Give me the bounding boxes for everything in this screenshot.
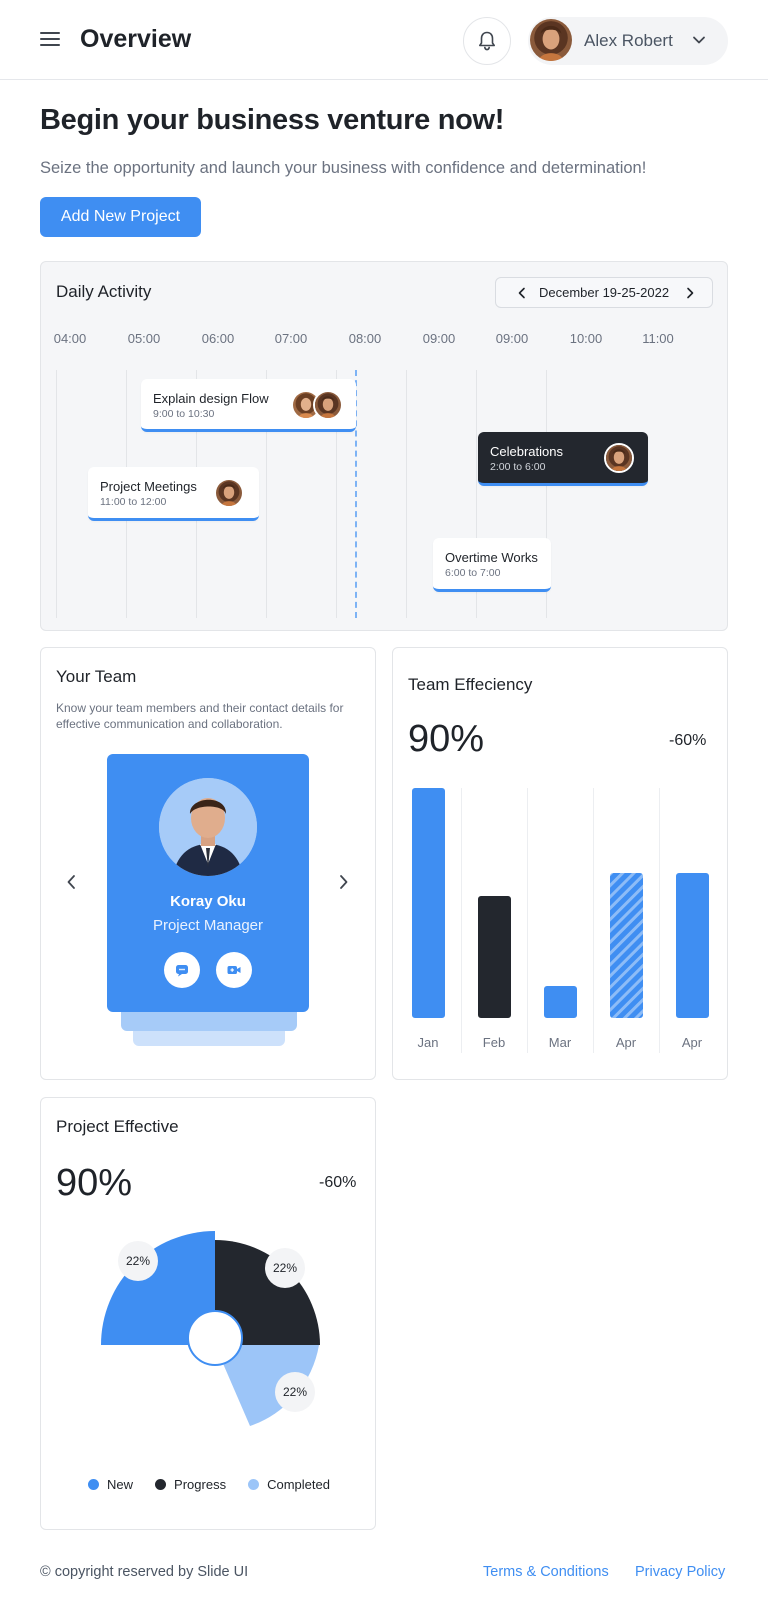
legend-item: New bbox=[88, 1477, 133, 1492]
time-label: 06:00 bbox=[201, 331, 235, 346]
event-time: 9:00 to 10:30 bbox=[153, 408, 215, 420]
notification-button[interactable] bbox=[463, 17, 511, 65]
time-label: 08:00 bbox=[348, 331, 382, 346]
your-team-card: Your Team Know your team members and the… bbox=[40, 647, 376, 1080]
chat-button[interactable] bbox=[164, 952, 200, 988]
event-time: 2:00 to 6:00 bbox=[490, 461, 546, 473]
time-label: 05:00 bbox=[127, 331, 161, 346]
member-photo bbox=[159, 778, 257, 876]
daily-activity-card: Daily Activity December 19-25-2022 04:00… bbox=[40, 261, 728, 631]
chevron-right-icon[interactable] bbox=[334, 872, 354, 892]
event-title: Explain design Flow bbox=[153, 391, 269, 406]
legend-item: Progress bbox=[155, 1477, 226, 1492]
bell-icon bbox=[479, 31, 495, 51]
member-name: Koray Oku bbox=[170, 893, 246, 910]
time-label: 10:00 bbox=[569, 331, 603, 346]
chevron-down-icon bbox=[693, 36, 705, 44]
menu-icon[interactable] bbox=[40, 30, 62, 48]
chevron-right-icon[interactable] bbox=[682, 285, 698, 301]
avatar bbox=[604, 443, 634, 473]
add-new-project-button[interactable]: Add New Project bbox=[40, 197, 201, 237]
terms-link[interactable]: Terms & Conditions bbox=[483, 1564, 609, 1580]
grid-line bbox=[56, 370, 57, 618]
event-title: Overtime Works bbox=[445, 550, 538, 565]
legend-item: Completed bbox=[248, 1477, 330, 1492]
efficiency-bar bbox=[478, 896, 511, 1018]
time-label: 07:00 bbox=[274, 331, 308, 346]
member-role: Project Manager bbox=[152, 917, 264, 934]
privacy-link[interactable]: Privacy Policy bbox=[635, 1564, 725, 1580]
efficiency-bar bbox=[412, 788, 445, 1018]
time-label: 04:00 bbox=[53, 331, 87, 346]
event-project-meetings[interactable]: Project Meetings 11:00 to 12:00 bbox=[88, 467, 259, 521]
pie-center-hole bbox=[187, 1310, 243, 1366]
slice-label: 22% bbox=[273, 1261, 297, 1275]
grid-line bbox=[406, 370, 407, 618]
efficiency-bar bbox=[544, 986, 577, 1018]
event-time: 11:00 to 12:00 bbox=[100, 496, 167, 508]
avatar bbox=[214, 478, 244, 508]
legend-label: New bbox=[107, 1477, 134, 1492]
time-label: 09:00 bbox=[422, 331, 456, 346]
time-label: 09:00 bbox=[495, 331, 529, 346]
event-celebrations[interactable]: Celebrations 2:00 to 6:00 bbox=[478, 432, 648, 486]
hero-title: Begin your business venture now! bbox=[40, 104, 505, 136]
legend-label: Progress bbox=[174, 1477, 227, 1492]
efficiency-bar-chart bbox=[412, 788, 709, 1018]
video-camera-icon bbox=[227, 966, 241, 974]
chevron-left-icon[interactable] bbox=[61, 872, 81, 892]
date-range-label: December 19-25-2022 bbox=[539, 285, 670, 300]
chevron-left-icon[interactable] bbox=[514, 285, 530, 301]
time-label: 11:00 bbox=[642, 331, 674, 346]
top-header: Overview Alex Robert bbox=[0, 0, 768, 80]
team-description: Know your team members and their contact… bbox=[56, 701, 344, 731]
daily-activity-title: Daily Activity bbox=[56, 282, 152, 301]
video-call-button[interactable] bbox=[216, 952, 252, 988]
hero-subtitle: Seize the opportunity and launch your bu… bbox=[40, 159, 647, 177]
month-label: Mar bbox=[548, 1035, 572, 1050]
legend-dot bbox=[248, 1479, 260, 1490]
team-efficiency-card: Team Effeciency 90% -60% Jan Feb Mar Apr… bbox=[392, 647, 728, 1080]
legend-dot bbox=[88, 1479, 100, 1490]
event-overtime-works[interactable]: Overtime Works 6:00 to 7:00 bbox=[433, 538, 551, 592]
avatar bbox=[313, 390, 343, 420]
user-avatar bbox=[530, 19, 572, 61]
event-title: Project Meetings bbox=[100, 479, 197, 494]
copyright-text: © copyright reserved by Slide UI bbox=[40, 1564, 249, 1580]
slice-label: 22% bbox=[126, 1254, 150, 1268]
efficiency-bar bbox=[610, 873, 643, 1018]
month-label: Jan bbox=[417, 1035, 439, 1050]
event-time: 6:00 to 7:00 bbox=[445, 567, 501, 579]
legend-label: Completed bbox=[267, 1477, 330, 1492]
month-label: Apr bbox=[681, 1035, 703, 1050]
your-team-title: Your Team bbox=[56, 667, 137, 686]
date-range-picker: December 19-25-2022 bbox=[495, 277, 713, 308]
efficiency-bar bbox=[676, 873, 709, 1018]
project-effective-card: Project Effective 90% -60% 22% 22% 22% N… bbox=[40, 1097, 376, 1530]
legend-dot bbox=[155, 1479, 167, 1490]
chart-legend: New Progress Completed bbox=[41, 1477, 377, 1492]
month-label: Feb bbox=[482, 1035, 506, 1050]
page-title: Overview bbox=[80, 25, 192, 53]
team-member-card[interactable]: Koray Oku Project Manager bbox=[107, 754, 309, 1012]
month-label: Apr bbox=[615, 1035, 637, 1050]
user-name: Alex Robert bbox=[584, 31, 673, 50]
project-pie-chart: 22% 22% 22% bbox=[101, 1231, 320, 1426]
chat-icon bbox=[176, 965, 188, 977]
user-menu[interactable]: Alex Robert bbox=[528, 17, 728, 65]
event-explain-design-flow[interactable]: Explain design Flow 9:00 to 10:30 bbox=[141, 379, 356, 432]
event-title: Celebrations bbox=[490, 444, 563, 459]
slice-label: 22% bbox=[283, 1385, 307, 1399]
